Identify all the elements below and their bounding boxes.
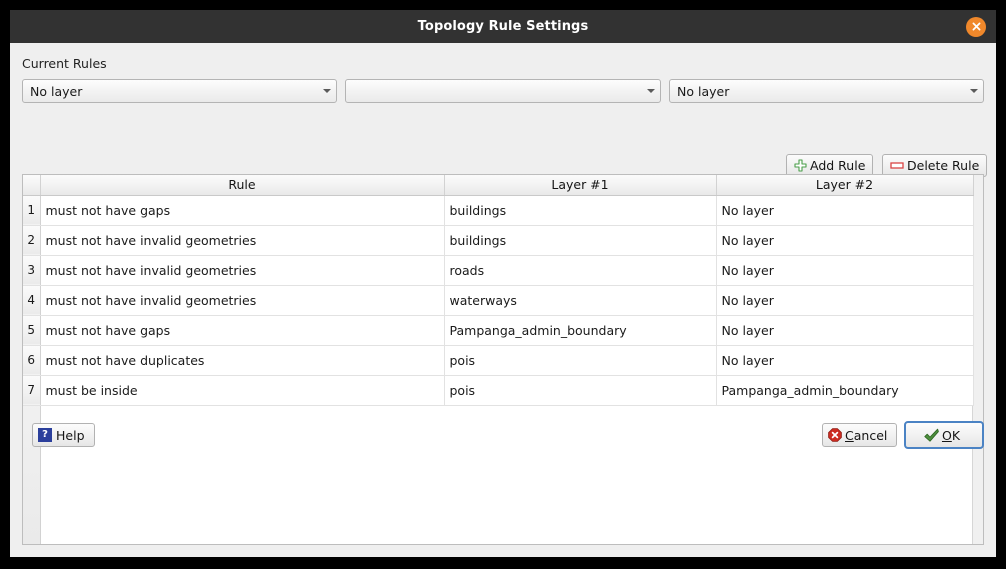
cancel-button-label: Cancel (845, 428, 887, 443)
layer1-combobox-value: No layer (30, 83, 83, 99)
cell-layer1[interactable]: pois (444, 345, 717, 376)
cell-rule[interactable]: must not have invalid geometries (40, 285, 445, 316)
cell-rule[interactable]: must not have duplicates (40, 345, 445, 376)
layer2-combobox[interactable]: No layer (669, 79, 984, 103)
cell-rule[interactable]: must be inside (40, 375, 445, 406)
cell-rule[interactable]: must not have gaps (40, 195, 445, 226)
cell-layer2[interactable]: No layer (716, 345, 974, 376)
help-button-label: Help (56, 427, 85, 443)
cell-layer2[interactable]: No layer (716, 255, 974, 286)
cell-layer2[interactable]: No layer (716, 315, 974, 346)
cell-layer1[interactable]: roads (444, 255, 717, 286)
table-row[interactable]: 7 must be inside pois Pampanga_admin_bounda… (23, 375, 974, 406)
cell-layer2[interactable]: No layer (716, 285, 974, 316)
layer2-combobox-value: No layer (677, 83, 730, 99)
ok-mnemonic: O (941, 427, 952, 443)
cancel-icon (828, 428, 842, 442)
cancel-mnemonic: C (845, 427, 854, 443)
cell-layer1[interactable]: Pampanga_admin_boundary (444, 315, 717, 346)
table-row-number[interactable]: 7 (23, 375, 41, 406)
add-rule-button-label: Add Rule (810, 158, 866, 173)
table-header-layer1[interactable]: Layer #1 (444, 175, 717, 196)
window-title: Topology Rule Settings (417, 19, 589, 34)
cancel-button[interactable]: Cancel (822, 423, 898, 447)
title-bar: Topology Rule Settings (10, 10, 996, 43)
ok-button-label: OK (942, 428, 960, 443)
table-row-number[interactable]: 1 (23, 195, 41, 226)
close-icon[interactable] (966, 16, 986, 37)
layer1-combobox[interactable]: No layer (22, 79, 337, 103)
table-row[interactable]: 1 must not have gaps buildings No layer (23, 195, 974, 226)
rule-type-combobox[interactable] (345, 79, 661, 103)
table-row[interactable]: 2 must not have invalid geometries buildin… (23, 225, 974, 256)
table-header-corner[interactable] (23, 175, 41, 196)
dialog-body: Current Rules No layer No layer Add Rule (10, 43, 996, 557)
minus-icon (890, 159, 904, 172)
table-row[interactable]: 4 must not have invalid geometries waterwa… (23, 285, 974, 316)
rules-table: Rule Layer #1 Layer #2 1 must not have ga… (22, 174, 984, 545)
cell-layer1[interactable]: buildings (444, 195, 717, 226)
cell-rule[interactable]: must not have invalid geometries (40, 255, 445, 286)
cell-layer1[interactable]: pois (444, 375, 717, 406)
question-icon: ? (38, 428, 52, 442)
cell-rule[interactable]: must not have gaps (40, 315, 445, 346)
table-row[interactable]: 5 must not have gaps Pampanga_admin_bounda… (23, 315, 974, 346)
ok-label-rest: K (951, 427, 961, 443)
plus-icon (794, 159, 807, 172)
cell-layer2[interactable]: Pampanga_admin_boundary (716, 375, 974, 406)
table-row-number[interactable]: 5 (23, 315, 41, 346)
delete-rule-button-label: Delete Rule (907, 158, 980, 173)
chevron-down-icon (965, 89, 983, 93)
check-icon (924, 428, 939, 442)
table-row[interactable]: 6 must not have duplicates pois No layer (23, 345, 974, 376)
table-header-layer2[interactable]: Layer #2 (716, 175, 974, 196)
current-rules-label: Current Rules (22, 56, 107, 71)
table-row[interactable]: 3 must not have invalid geometries roads No… (23, 255, 974, 286)
chevron-down-icon (318, 89, 336, 93)
screen: Topology Rule Settings Current Rules No … (0, 0, 1006, 569)
table-row-number[interactable]: 2 (23, 225, 41, 256)
cancel-label-rest: ancel (853, 427, 888, 443)
cell-layer2[interactable]: No layer (716, 195, 974, 226)
ok-button[interactable]: OK (904, 421, 984, 449)
table-row-number[interactable]: 4 (23, 285, 41, 316)
cell-rule[interactable]: must not have invalid geometries (40, 225, 445, 256)
help-button[interactable]: ? Help (32, 423, 95, 447)
table-row-number[interactable]: 3 (23, 255, 41, 286)
table-vertical-scrollbar[interactable] (972, 175, 983, 544)
cell-layer1[interactable]: waterways (444, 285, 717, 316)
table-header-row: Rule Layer #1 Layer #2 (23, 175, 974, 196)
table-header-rule[interactable]: Rule (40, 175, 445, 196)
chevron-down-icon (642, 89, 660, 93)
cell-layer2[interactable]: No layer (716, 225, 974, 256)
table-row-number[interactable]: 6 (23, 345, 41, 376)
cell-layer1[interactable]: buildings (444, 225, 717, 256)
